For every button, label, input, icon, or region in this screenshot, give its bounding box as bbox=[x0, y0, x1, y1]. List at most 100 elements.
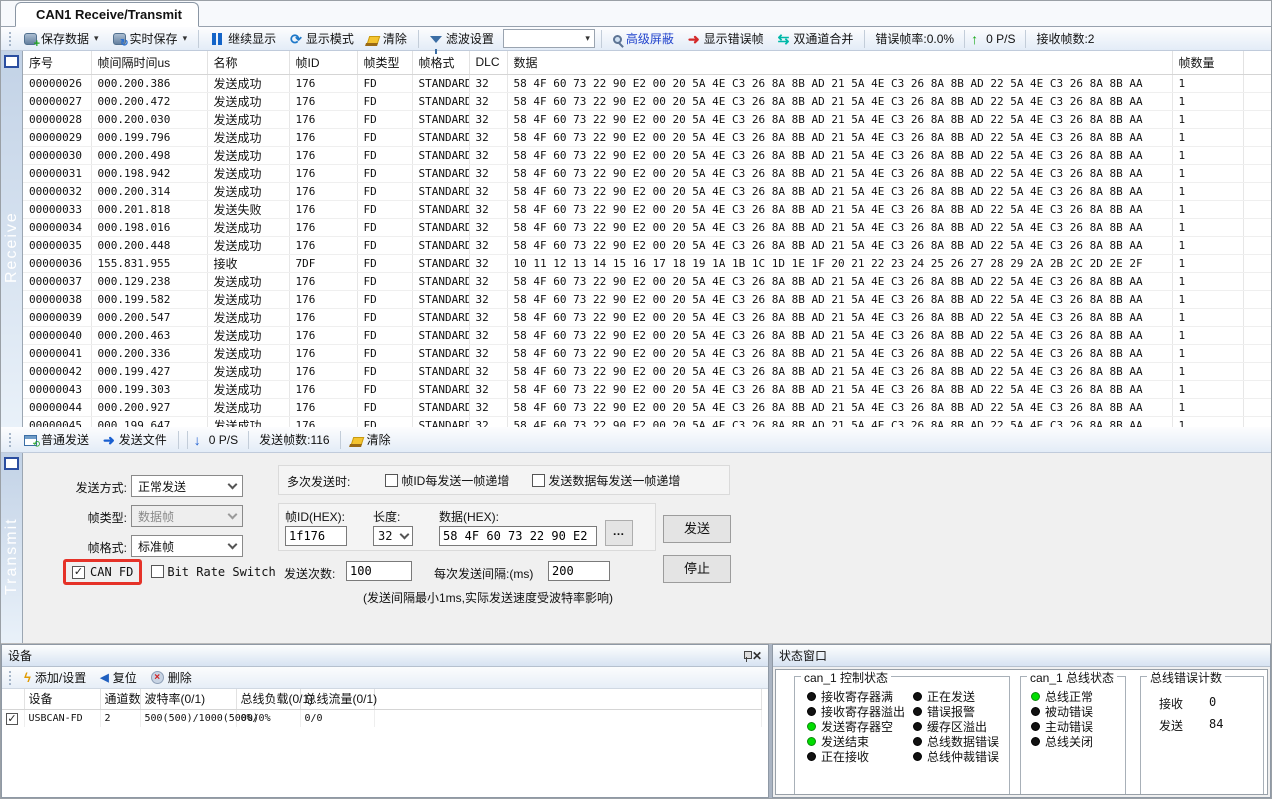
control-status-col1: 接收寄存器满接收寄存器溢出发送寄存器空发送结束正在接收 bbox=[807, 689, 905, 764]
col-header[interactable]: 帧间隔时间us bbox=[91, 51, 207, 74]
table-row[interactable]: 00000034000.198.016发送成功176FDSTANDARD3258… bbox=[23, 218, 1271, 236]
col-header[interactable]: DLC bbox=[469, 51, 507, 74]
table-row[interactable]: 00000037000.129.238发送成功176FDSTANDARD3258… bbox=[23, 272, 1271, 290]
show-error-frames-button[interactable]: ➜ 显示错误帧 bbox=[683, 28, 769, 49]
col-header[interactable]: 名称 bbox=[207, 51, 289, 74]
table-row[interactable]: 00000042000.199.427发送成功176FDSTANDARD3258… bbox=[23, 362, 1271, 380]
toolbar-separator bbox=[178, 431, 179, 449]
data-hex-input[interactable] bbox=[439, 526, 597, 546]
more-data-button[interactable]: … bbox=[605, 520, 633, 546]
col-header[interactable]: 波特率(0/1) bbox=[140, 689, 236, 709]
frame-id-input[interactable] bbox=[285, 526, 347, 546]
table-row[interactable]: 00000029000.199.796发送成功176FDSTANDARD3258… bbox=[23, 128, 1271, 146]
table-row[interactable]: 00000039000.200.547发送成功176FDSTANDARD3258… bbox=[23, 308, 1271, 326]
receive-tab-label[interactable]: Receive bbox=[3, 68, 21, 427]
led-dot bbox=[1031, 737, 1040, 746]
toolbar-grip[interactable] bbox=[8, 670, 12, 686]
filter-preset-combo[interactable]: ▾ bbox=[503, 29, 595, 48]
tab-strip: CAN1 Receive/Transmit bbox=[1, 1, 1271, 27]
table-row[interactable]: 00000041000.200.336发送成功176FDSTANDARD3258… bbox=[23, 344, 1271, 362]
col-header[interactable]: 帧类型 bbox=[357, 51, 412, 74]
col-header[interactable]: 序号 bbox=[23, 51, 91, 74]
table-row[interactable]: 00000045000.199.647发送成功176FDSTANDARD3258… bbox=[23, 416, 1271, 427]
bit-rate-switch-checkbox[interactable] bbox=[151, 565, 164, 578]
close-icon[interactable]: ✕ bbox=[752, 649, 762, 663]
bit-rate-switch-label: Bit Rate Switch bbox=[167, 565, 275, 579]
send-mode-label: 发送方式: bbox=[43, 479, 127, 496]
table-row[interactable]: 00000027000.200.472发送成功176FDSTANDARD3258… bbox=[23, 92, 1271, 110]
pin-icon[interactable] bbox=[742, 650, 752, 662]
advanced-mask-button[interactable]: 高级屏蔽 bbox=[608, 28, 679, 49]
display-mode-button[interactable]: ⟳ 显示模式 bbox=[285, 28, 359, 49]
toolbar-grip[interactable] bbox=[8, 432, 12, 448]
error-frame-icon: ➜ bbox=[688, 32, 700, 46]
transmit-tab-label[interactable]: Transmit bbox=[3, 470, 21, 643]
table-row[interactable]: 00000036155.831.955接收7DFFDSTANDARD3210 1… bbox=[23, 254, 1271, 272]
continue-display-button[interactable]: 继续显示 bbox=[205, 28, 281, 49]
add-settings-button[interactable]: ϟ 添加/设置 bbox=[19, 667, 91, 688]
table-row[interactable]: 00000043000.199.303发送成功176FDSTANDARD3258… bbox=[23, 380, 1271, 398]
col-header-filler bbox=[374, 689, 762, 709]
restore-window-icon[interactable] bbox=[4, 457, 19, 470]
restore-window-icon[interactable] bbox=[4, 55, 19, 68]
table-row[interactable]: 00000031000.198.942发送成功176FDSTANDARD3258… bbox=[23, 164, 1271, 182]
toolbar-grip[interactable] bbox=[8, 31, 12, 47]
col-header[interactable]: 总线流量(0/1) bbox=[300, 689, 374, 709]
col-header[interactable]: 帧数量 bbox=[1172, 51, 1243, 74]
data-increment-checkbox[interactable] bbox=[532, 474, 545, 487]
table-row[interactable]: 00000044000.200.927发送成功176FDSTANDARD3258… bbox=[23, 398, 1271, 416]
chevron-down-icon bbox=[400, 529, 410, 539]
table-row[interactable]: 00000032000.200.314发送成功176FDSTANDARD3258… bbox=[23, 182, 1271, 200]
bottom-docks: 设备 ✕ ϟ 添加/设置 ◀ 复位 × 删除 bbox=[1, 644, 1271, 798]
table-row[interactable]: 00000028000.200.030发送成功176FDSTANDARD3258… bbox=[23, 110, 1271, 128]
dual-channel-merge-button[interactable]: ⇆ 双通道合并 bbox=[773, 28, 859, 49]
led-dot bbox=[807, 692, 816, 701]
send-mode-combo[interactable]: 正常发送 bbox=[131, 475, 243, 497]
realtime-save-button[interactable]: 实时保存 ▾ bbox=[108, 28, 193, 49]
received-frame-count: 接收帧数:2 bbox=[1032, 30, 1098, 47]
control-status-col2: 正在发送错误报警缓存区溢出总线数据错误总线仲裁错误 bbox=[913, 689, 999, 764]
clear-button[interactable]: 清除 bbox=[363, 28, 412, 49]
length-combo[interactable]: 32 bbox=[373, 526, 413, 546]
col-header[interactable]: 总线负载(0/1) bbox=[236, 689, 300, 709]
frame-type-combo[interactable]: 数据帧 bbox=[131, 505, 243, 527]
chevron-down-icon: ▾ bbox=[585, 33, 590, 44]
realtime-save-dropdown-icon[interactable]: ▾ bbox=[183, 33, 188, 44]
frame-format-combo[interactable]: 标准帧 bbox=[131, 535, 243, 557]
col-header[interactable]: 帧ID bbox=[289, 51, 357, 74]
can-fd-checkbox[interactable] bbox=[72, 566, 85, 579]
col-header[interactable]: 数据 bbox=[507, 51, 1172, 74]
col-header[interactable]: 设备 bbox=[24, 689, 100, 709]
send-file-button[interactable]: ➜ 发送文件 bbox=[98, 429, 172, 450]
tab-can1-receive-transmit[interactable]: CAN1 Receive/Transmit bbox=[15, 2, 199, 27]
reset-button[interactable]: ◀ 复位 bbox=[95, 667, 141, 688]
table-row[interactable]: 00000038000.199.582发送成功176FDSTANDARD3258… bbox=[23, 290, 1271, 308]
table-row[interactable]: 00000033000.201.818发送失败176FDSTANDARD3258… bbox=[23, 200, 1271, 218]
id-increment-checkbox[interactable] bbox=[385, 474, 398, 487]
table-row[interactable]: 00000040000.200.463发送成功176FDSTANDARD3258… bbox=[23, 326, 1271, 344]
interval-input[interactable] bbox=[548, 561, 610, 581]
device-enabled-checkbox[interactable] bbox=[6, 713, 18, 725]
multi-send-group: 多次发送时: 帧ID每发送一帧递增 发送数据每发送一帧递增 bbox=[278, 465, 730, 495]
table-row[interactable]: 00000030000.200.498发送成功176FDSTANDARD3258… bbox=[23, 146, 1271, 164]
normal-send-button[interactable]: 普通发送 bbox=[19, 429, 94, 450]
save-data-dropdown-icon[interactable]: ▾ bbox=[94, 33, 99, 44]
led-dot bbox=[913, 722, 922, 731]
status-led-item: 主动错误 bbox=[1031, 719, 1093, 734]
transmit-clear-button[interactable]: 清除 bbox=[347, 429, 396, 450]
table-row[interactable]: 00000035000.200.448发送成功176FDSTANDARD3258… bbox=[23, 236, 1271, 254]
down-arrow-icon: ↓ bbox=[194, 433, 201, 447]
can-fd-label: CAN FD bbox=[90, 565, 133, 579]
col-header[interactable]: 帧格式 bbox=[412, 51, 469, 74]
delete-button[interactable]: × 删除 bbox=[146, 667, 197, 688]
stop-button[interactable]: 停止 bbox=[663, 555, 731, 583]
table-row[interactable]: 00000026000.200.386发送成功176FDSTANDARD3258… bbox=[23, 74, 1271, 92]
col-header[interactable]: 通道数 bbox=[100, 689, 140, 709]
filter-icon bbox=[430, 36, 442, 43]
device-row[interactable]: USBCAN-FD 2 500(500)/1000(5000) 0%/0% 0/… bbox=[2, 709, 762, 727]
send-button[interactable]: 发送 bbox=[663, 515, 731, 543]
send-count-input[interactable] bbox=[346, 561, 412, 581]
merge-icon: ⇆ bbox=[778, 32, 790, 46]
filter-settings-button[interactable]: 滤波设置 bbox=[425, 28, 499, 49]
save-data-button[interactable]: 保存数据 ▾ bbox=[19, 28, 104, 49]
